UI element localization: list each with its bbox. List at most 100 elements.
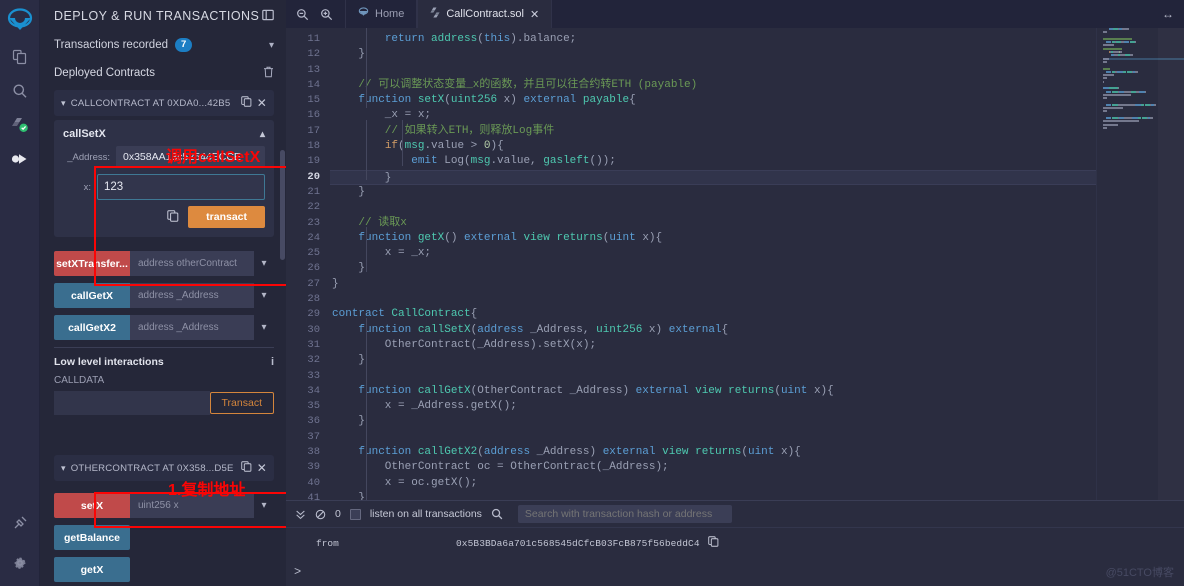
panel-header: DEPLOY & RUN TRANSACTIONS — [40, 0, 286, 30]
chevron-down-icon[interactable]: ▾ — [61, 463, 66, 474]
code-line[interactable] — [330, 292, 1184, 307]
code-line[interactable]: x = _Address.getX(); — [330, 399, 1184, 414]
getx-button[interactable]: getX — [54, 557, 130, 582]
tab-callcontract-sol[interactable]: CallContract.sol ✕ — [417, 0, 553, 28]
close-icon[interactable]: ✕ — [257, 96, 267, 110]
close-icon[interactable]: ✕ — [257, 461, 267, 475]
callgetx-arg-input[interactable]: address _Address — [130, 283, 254, 308]
code-line[interactable]: } — [330, 491, 1184, 500]
watermark: @51CTO博客 — [1105, 567, 1174, 579]
chevron-down-icon[interactable]: ▾ — [254, 251, 274, 276]
code-line[interactable] — [330, 430, 1184, 445]
chevron-down-icon[interactable]: ▾ — [254, 493, 274, 518]
transactions-recorded-row[interactable]: Transactions recorded 7 ▾ — [54, 30, 274, 60]
function-row-getx: getX — [54, 557, 274, 582]
chevron-down-icon[interactable]: ▾ — [269, 40, 274, 51]
low-level-transact-button[interactable]: Transact — [209, 392, 274, 414]
zoom-out-icon[interactable] — [296, 8, 309, 21]
code-line[interactable]: // 读取x — [330, 216, 1184, 231]
plugin-manager-icon[interactable] — [2, 506, 38, 540]
info-icon[interactable]: i — [271, 356, 274, 368]
copy-icon[interactable] — [707, 536, 719, 551]
callgetx2-arg-input[interactable]: address _Address — [130, 315, 254, 340]
deploy-run-panel: DEPLOY & RUN TRANSACTIONS Transactions r… — [40, 0, 286, 586]
calldata-row: Transact — [54, 391, 274, 415]
code-line[interactable]: function getX() external view returns(ui… — [330, 231, 1184, 246]
horizontal-resize-icon[interactable]: ↔ — [1152, 0, 1184, 28]
copy-icon[interactable] — [241, 461, 252, 475]
code-line[interactable]: x = oc.getX(); — [330, 476, 1184, 491]
code-line[interactable]: return address(this).balance; — [330, 32, 1184, 47]
code-line[interactable]: } — [330, 353, 1184, 368]
line-number: 38 — [307, 446, 320, 459]
code-line[interactable]: emit Log(msg.value, gasleft()); — [330, 154, 1184, 169]
code-line[interactable] — [330, 369, 1184, 384]
indent-guide — [366, 318, 367, 500]
code-line[interactable] — [330, 200, 1184, 215]
code-line[interactable]: _x = x; — [330, 108, 1184, 123]
code-line[interactable] — [330, 63, 1184, 78]
code-line[interactable]: } — [330, 47, 1184, 62]
code-line[interactable]: } — [330, 185, 1184, 200]
trash-icon[interactable] — [263, 66, 274, 81]
settings-gear-icon[interactable] — [2, 546, 38, 580]
chevron-down-icon[interactable]: ▾ — [254, 315, 274, 340]
param-input-x[interactable] — [97, 174, 265, 200]
transactions-recorded-count: 7 — [175, 38, 193, 52]
chevron-up-icon[interactable]: ▴ — [260, 129, 265, 140]
terminal-prompt[interactable]: > — [294, 565, 301, 579]
code-line[interactable]: x = _x; — [330, 246, 1184, 261]
code-line[interactable]: if(msg.value > 0){ — [330, 139, 1184, 154]
solidity-compiler-icon[interactable] — [2, 108, 38, 142]
terminal-search-input[interactable] — [517, 505, 732, 523]
setxtransfer-arg-input[interactable]: address otherContract — [130, 251, 254, 276]
code-line[interactable]: function callSetX(address _Address, uint… — [330, 323, 1184, 338]
code-line[interactable]: // 可以调整状态变量_x的函数，并且可以往合约转ETH (payable) — [330, 78, 1184, 93]
code-line[interactable]: function callGetX2(address _Address) ext… — [330, 445, 1184, 460]
copy-calldata-icon[interactable] — [167, 209, 179, 225]
transact-button[interactable]: transact — [188, 206, 265, 228]
callgetx-button[interactable]: callGetX — [54, 283, 130, 308]
code-minimap[interactable] — [1096, 28, 1184, 500]
setxtransfer-button[interactable]: setXTransfer... — [54, 251, 130, 276]
panel-scrollbar[interactable] — [280, 150, 285, 260]
line-number: 20 — [307, 170, 320, 183]
line-number: 23 — [307, 216, 320, 229]
code-line[interactable]: } — [330, 261, 1184, 276]
terminal-body[interactable]: from 0x5B3BDa6a701c568545dCfcB03FcB875f5… — [286, 528, 1184, 586]
code-line[interactable]: function callGetX(OtherContract _Address… — [330, 384, 1184, 399]
search-icon[interactable] — [2, 74, 38, 108]
code-line[interactable]: OtherContract oc = OtherContract(_Addres… — [330, 460, 1184, 475]
deploy-run-icon[interactable] — [2, 142, 38, 176]
chevron-down-icon[interactable]: ▾ — [254, 283, 274, 308]
chevrons-collapse-icon[interactable] — [295, 509, 306, 520]
code-line[interactable]: } — [330, 414, 1184, 429]
code-line[interactable]: OtherContract(_Address).setX(x); — [330, 338, 1184, 353]
tab-home-label: Home — [375, 8, 405, 20]
search-icon[interactable] — [491, 508, 503, 520]
minimap-viewport — [1158, 28, 1184, 500]
layout-toggle-icon[interactable] — [262, 9, 274, 24]
zoom-in-icon[interactable] — [320, 8, 333, 21]
code-line[interactable]: // 如果转入ETH，则释放Log事件 — [330, 124, 1184, 139]
chevron-down-icon[interactable]: ▾ — [61, 98, 66, 109]
close-icon[interactable]: ✕ — [530, 8, 539, 21]
file-explorer-icon[interactable] — [2, 40, 38, 74]
listen-all-transactions-checkbox[interactable] — [349, 508, 361, 520]
setx-button[interactable]: setX — [54, 493, 130, 518]
callgetx2-button[interactable]: callGetX2 — [54, 315, 130, 340]
code-line[interactable]: } — [330, 277, 1184, 292]
code-content[interactable]: return address(this).balance; } // 可以调整状… — [330, 28, 1184, 500]
terminal-from-value: 0x5B3BDa6a701c568545dCfcB03FcB875f56bedd… — [456, 538, 700, 549]
no-entry-icon[interactable] — [315, 509, 326, 520]
code-line[interactable]: contract CallContract{ — [330, 307, 1184, 322]
line-number: 19 — [307, 155, 320, 168]
copy-icon[interactable] — [241, 96, 252, 110]
tab-home[interactable]: Home — [345, 0, 418, 28]
calldata-input[interactable] — [54, 391, 210, 415]
getbalance-button[interactable]: getBalance — [54, 525, 130, 550]
code-line[interactable]: function setX(uint256 x) external payabl… — [330, 93, 1184, 108]
editor-scrollbar[interactable] — [1087, 28, 1096, 500]
contract-header-callcontract[interactable]: ▾ CALLCONTRACT AT 0XDA0...42B5 ✕ — [54, 90, 274, 116]
code-line[interactable]: } — [330, 169, 1184, 185]
